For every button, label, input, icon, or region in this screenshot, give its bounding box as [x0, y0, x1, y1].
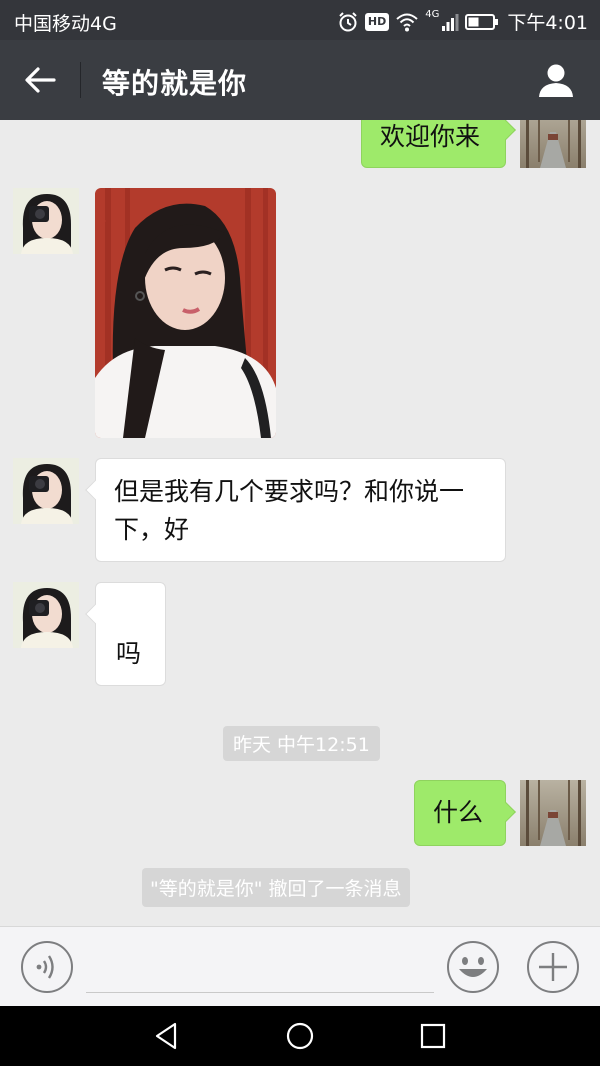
message-text-line: 下，好	[114, 515, 190, 544]
system-nav-bar	[0, 1006, 600, 1066]
clock: 下午4:01	[507, 12, 588, 34]
header-divider	[80, 62, 81, 98]
image-message[interactable]	[95, 188, 276, 438]
chat-title: 等的就是你	[102, 67, 248, 100]
message-bubble-outgoing[interactable]: 欢迎你来	[361, 120, 516, 168]
signal-icon	[442, 13, 459, 31]
message-text: 吗	[116, 639, 142, 668]
input-bar	[0, 926, 600, 1006]
battery-icon	[465, 13, 499, 30]
profile-icon[interactable]	[536, 60, 576, 100]
contact-avatar[interactable]	[13, 582, 79, 648]
contact-avatar[interactable]	[13, 458, 79, 524]
message-bubble-outgoing[interactable]: 什么	[414, 780, 516, 846]
message-list[interactable]: 欢迎你来 但是我有几个要求吗？和你说一 下，好 吗 昨天 中午12:51 什么 …	[0, 120, 600, 926]
plus-icon[interactable]	[526, 940, 580, 994]
status-bar: 中国移动4G HD 4G 下午4:01	[0, 0, 600, 40]
message-text: 欢迎你来	[380, 122, 481, 151]
voice-icon[interactable]	[20, 940, 74, 994]
alarm-icon	[339, 11, 357, 31]
back-arrow-icon[interactable]	[20, 60, 60, 100]
chat-header: 等的就是你	[0, 40, 600, 120]
message-text-line: 但是我有几个要求吗？和你说一	[114, 477, 465, 506]
message-text: 什么	[433, 798, 484, 827]
nav-home-icon[interactable]	[284, 1020, 316, 1052]
nav-recents-icon[interactable]	[417, 1020, 449, 1052]
timestamp-label: 昨天 中午12:51	[223, 726, 380, 761]
hd-badge: HD	[364, 12, 390, 31]
emoji-icon[interactable]	[446, 940, 500, 994]
contact-avatar[interactable]	[13, 188, 79, 254]
nav-back-icon[interactable]	[151, 1020, 183, 1052]
status-icons: HD 4G 下午4:01	[337, 8, 588, 35]
carrier-label: 中国移动4G	[14, 13, 117, 35]
recall-notice: "等的就是你" 撤回了一条消息	[142, 868, 410, 907]
message-bubble-incoming[interactable]: 但是我有几个要求吗？和你说一 下，好	[85, 458, 506, 562]
message-input[interactable]	[86, 937, 434, 993]
wifi-icon	[396, 13, 418, 31]
network-label: 4G	[425, 9, 440, 20]
self-avatar[interactable]	[520, 780, 586, 846]
message-bubble-incoming[interactable]: 吗	[85, 582, 166, 686]
self-avatar[interactable]	[520, 120, 586, 168]
